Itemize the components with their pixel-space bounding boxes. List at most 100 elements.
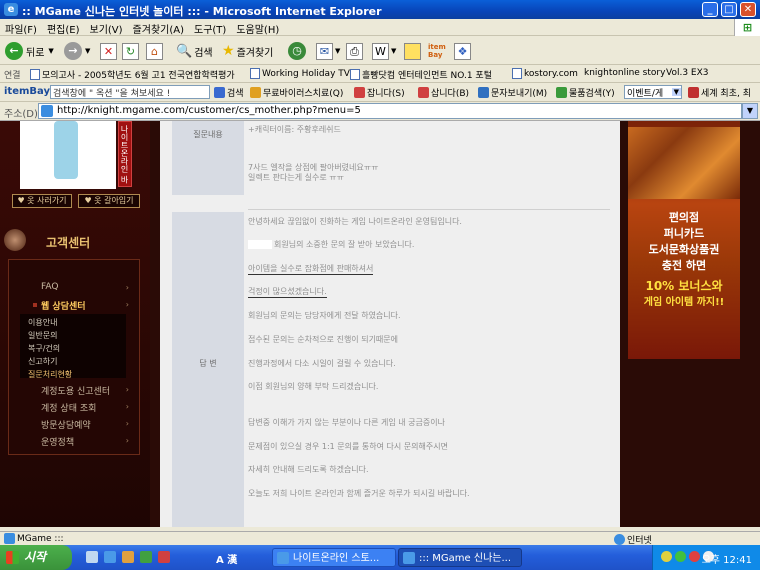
close-button[interactable]: ✕ [740, 2, 756, 17]
link-vol3[interactable]: Vol.3 EX3 [666, 68, 709, 78]
avatar-figure [54, 121, 78, 179]
world-first-link[interactable]: 세계 최초, 최 [688, 86, 751, 99]
answer-line: 접수된 문의는 순차적으로 진행이 되기때문에 [248, 335, 399, 344]
link-working-holiday[interactable]: Working Holiday TV [250, 68, 350, 79]
windows-flag-icon [6, 551, 19, 564]
promo-banner[interactable]: 편의점 퍼니카드 도서문화상품권 충전 하면 10% 보너스와 게임 아이템 까… [628, 121, 740, 359]
quicklaunch-desktop-icon[interactable] [86, 551, 98, 563]
sell-button[interactable]: 잡니다(S) [354, 86, 405, 99]
menu-bar: 파일(F) 편집(E) 보기(V) 즐겨찾기(A) 도구(T) 도움말(H) ⊞ [0, 19, 760, 36]
submenu-status[interactable]: 질문처리현황 [28, 369, 72, 380]
submenu-guide[interactable]: 이용안내 [28, 317, 57, 328]
banner-image [628, 127, 740, 199]
answer-line: 오늘도 저희 나이트 온라인과 함께 즐거운 하루가 되시길 바랍니다. [248, 489, 470, 498]
chevron-right-icon: › [125, 283, 129, 292]
menu-policy[interactable]: 운영정책 [41, 435, 74, 448]
address-input[interactable]: http://knight.mgame.com/customer/cs_moth… [38, 103, 742, 119]
mail-icon: ✉ [316, 42, 333, 60]
quicklaunch-app-icon[interactable] [158, 551, 170, 563]
page-icon [30, 69, 40, 80]
tray-icon[interactable] [661, 551, 672, 562]
change-clothes-button[interactable]: ♥ 옷 갈아입기 [78, 194, 140, 208]
menu-web-consult[interactable]: 웹 상담센터 [33, 299, 86, 312]
menu-faq[interactable]: FAQ [41, 282, 58, 292]
chevron-right-icon: › [125, 402, 129, 411]
tray-icon[interactable] [689, 551, 700, 562]
search-icon: 🔍 [176, 43, 193, 59]
answer-line: 문제점이 있으실 경우 1:1 문의를 통하여 다시 문의해주시면 [248, 442, 448, 451]
address-dropdown-button[interactable]: ▼ [742, 103, 758, 119]
ime-indicator[interactable]: A 漢 [216, 551, 237, 566]
tray-icon[interactable] [675, 551, 686, 562]
link-mock-exam[interactable]: 모의고사 - 2005학년도 6월 고1 전국연합학력평가 [30, 68, 235, 81]
answer-label: 답 변 [199, 359, 217, 368]
avatar-tag: 나이트온라인 바타 [106, 121, 132, 187]
start-button[interactable]: 시작 [0, 545, 72, 570]
itembay-search-input[interactable]: 검색창에 " 옥션 "을 쳐보세요 ! [50, 85, 210, 99]
refresh-button[interactable]: ↻ [122, 40, 141, 62]
search-button[interactable]: 🔍 검색 [176, 40, 213, 62]
maximize-button[interactable]: □ [721, 2, 737, 17]
status-text: MGame ::: [4, 533, 64, 544]
menu-account-theft[interactable]: 계정도용 신고센터 [41, 384, 110, 397]
back-button[interactable]: ← 뒤로 ▼ [5, 40, 54, 62]
answer-line: 안녕하세요 끊임없이 진화하는 게임 나이트온라인 운영팀입니다. [248, 217, 462, 226]
itembay-icon: item Bay [428, 43, 446, 59]
note-icon [404, 42, 421, 60]
edit-button[interactable]: W ▼ [372, 40, 396, 62]
gift-button[interactable]: ❖ [454, 40, 473, 62]
history-button[interactable]: ◷ [288, 40, 309, 62]
edit-icon: W [372, 42, 389, 60]
task-knightonline[interactable]: 나이트온라인 스토... [272, 548, 396, 567]
question-line: +캐릭터이름: 주황후레쉬드 [248, 125, 341, 134]
link-knightonline-story[interactable]: knightonline story [584, 68, 665, 78]
menu-visit-reservation[interactable]: 방문상담예약 [41, 418, 91, 431]
favorites-button[interactable]: ★ 즐겨찾기 [222, 40, 273, 62]
print-icon: ⎙ [346, 42, 363, 60]
buy-clothes-button[interactable]: ♥ 옷 사러가기 [12, 194, 72, 208]
answer-line: 회원님의 소중한 문의 잘 받아 보았습니다. [248, 239, 414, 250]
quicklaunch-media-icon[interactable] [122, 551, 134, 563]
minimize-button[interactable]: _ [702, 2, 718, 17]
messenger-button[interactable] [404, 40, 423, 62]
quicklaunch-messenger-icon[interactable] [140, 551, 152, 563]
menu-account-status[interactable]: 계정 상태 조회 [41, 401, 96, 414]
quicklaunch-ie-icon[interactable] [104, 551, 116, 563]
links-bar: 연결 모의고사 - 2005학년도 6월 고1 전국연합학력평가 Working… [0, 65, 760, 83]
clock: 오후 12:41 [701, 555, 752, 566]
task-mgame[interactable]: ::: MGame 신나는... [398, 548, 522, 567]
page-icon [350, 69, 360, 80]
refresh-icon: ↻ [122, 42, 139, 60]
buy-button[interactable]: 삽니다(B) [418, 86, 469, 99]
taskbar: 시작 A 漢 나이트온라인 스토... ::: MGame 신나는... 오후 … [0, 545, 760, 570]
message-icon [478, 87, 489, 98]
stop-icon: ✕ [100, 42, 117, 60]
chevron-right-icon: › [125, 436, 129, 445]
mail-button[interactable]: ✉ ▼ [316, 40, 340, 62]
submenu-restore[interactable]: 복구/건의 [28, 343, 60, 354]
sms-button[interactable]: 문자보내기(M) [478, 86, 547, 99]
print-button[interactable]: ⎙ [346, 40, 365, 62]
home-button[interactable]: ⌂ [146, 40, 165, 62]
itembay-toolbar: itemBay 검색창에 " 옥션 "을 쳐보세요 ! 검색 무료바이러스치료(… [0, 83, 760, 102]
ie-icon [277, 552, 289, 564]
item-search-button[interactable]: 물품검색(Y) [556, 86, 615, 99]
submenu-general[interactable]: 일반문의 [28, 330, 57, 341]
itembay-button[interactable]: item Bay [428, 40, 450, 62]
ie-icon [403, 552, 415, 564]
banner-line: 충전 하면 [661, 259, 707, 272]
banner-promo: 게임 아이템 까지!! [643, 297, 725, 308]
submenu-report[interactable]: 신고하기 [28, 356, 57, 367]
link-kostory[interactable]: kostory.com [512, 68, 578, 79]
link-heulbbang[interactable]: 흘빵닷컴 엔터테인먼트 NO.1 포털 [350, 68, 492, 81]
itembay-search-button[interactable]: 검색 [214, 86, 244, 99]
answer-line: 아이템을 실수로 잡화점에 판매하셔서 [248, 264, 374, 275]
event-select[interactable]: 이벤트/게 ▼ [624, 85, 682, 99]
stop-button[interactable]: ✕ [100, 40, 119, 62]
free-virus-button[interactable]: 무료바이러스치료(Q) [250, 86, 343, 99]
forward-button[interactable]: → ▼ [64, 40, 90, 62]
answer-line: 진행과정에서 다소 시일이 걸릴 수 있습니다. [248, 359, 396, 368]
answer-line: 회원님의 문의는 담당자에게 전달 하였습니다. [248, 311, 401, 320]
forward-arrow-icon: → [64, 42, 82, 60]
divider [248, 209, 610, 210]
